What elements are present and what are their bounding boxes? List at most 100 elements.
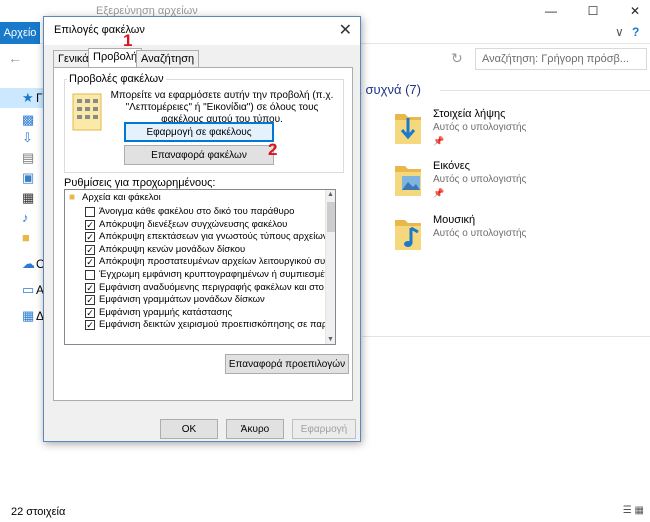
setting-label: Άνοιγμα κάθε φακέλου στο δικό του παράθυ…	[99, 206, 295, 217]
nav-item-pictures[interactable]: ▣	[0, 168, 44, 188]
checkbox-unchecked[interactable]	[85, 270, 95, 280]
close-icon[interactable]: ✕	[620, 2, 650, 20]
checkbox-checked[interactable]: ✓	[85, 282, 95, 293]
ok-button[interactable]: ΟΚ	[160, 419, 218, 439]
content-divider	[362, 336, 650, 337]
reset-folders-button[interactable]: Επαναφορά φακέλων	[124, 145, 274, 165]
checkbox-checked[interactable]: ✓	[85, 232, 95, 243]
cancel-button[interactable]: Άκυρο	[226, 419, 284, 439]
folder-views-description: Μπορείτε να εφαρμόσετε αυτήν την προβολή…	[110, 90, 334, 125]
scroll-up-icon[interactable]: ▲	[327, 191, 334, 198]
dialog-footer: ΟΚ Άκυρο Εφαρμογή	[44, 401, 360, 441]
pin-icon: 📌	[433, 136, 445, 146]
tab-view[interactable]: Προβολή	[88, 48, 143, 68]
music-note-icon: ♪	[22, 210, 29, 225]
view-tab-panel: Προβολές φακέλων Μπορείτε να εφαρμόσετε …	[53, 67, 353, 401]
nav-item-this-pc[interactable]: ▭ Α	[0, 280, 44, 300]
nav-item-quick-access[interactable]: ★ Γ	[0, 88, 44, 108]
back-icon[interactable]: ←	[8, 50, 22, 66]
annotation-number-1: 1	[123, 31, 133, 50]
file-tab[interactable]: Αρχείο	[0, 22, 40, 44]
status-bar: 22 στοιχεία ☰ ▦	[0, 500, 650, 522]
checkbox-unchecked[interactable]	[85, 207, 95, 217]
setting-label: Εμφάνιση δεικτών χειρισμού προεπισκόπηση…	[99, 319, 333, 331]
apply-button[interactable]: Εφαρμογή	[292, 419, 356, 439]
tab-search[interactable]: Αναζήτηση	[136, 50, 200, 67]
nav-item-videos[interactable]: ▦	[0, 188, 44, 208]
nav-item-onedrive[interactable]: ☁ Ο	[0, 254, 45, 274]
folder-icon: ■	[69, 192, 76, 203]
advanced-settings-tree[interactable]: ■ Αρχεία και φάκελοι Άνοιγμα κάθε φακέλο…	[64, 189, 336, 345]
advanced-settings-label: Ρυθμίσεις για προχωρημένους:	[64, 177, 216, 189]
annotation-number-2: 2	[268, 140, 278, 159]
close-icon[interactable]: ✕	[339, 20, 352, 40]
folder-location: Αυτός ο υπολογιστής	[433, 228, 527, 239]
setting-label: Απόκρυψη προστατευμένων αρχείων λειτουργ…	[99, 256, 326, 268]
download-arrow-icon: ⇩	[22, 130, 33, 145]
nav-item-downloads[interactable]: ⇩	[0, 128, 44, 148]
checkbox-checked[interactable]: ✓	[85, 257, 95, 268]
search-input[interactable]: Αναζήτηση: Γρήγορη πρόσβ...	[475, 48, 647, 70]
folder-name: Μουσική	[433, 214, 476, 226]
navigation-pane: ★ Γ ▩ ⇩ ▤ ▣ ▦ ♪ ■ ☁ Ο ▭ Α ▦ Δ	[0, 76, 45, 496]
setting-label: Εμφάνιση γραμμής κατάστασης	[99, 306, 233, 318]
computer-icon: ▭	[22, 282, 35, 297]
tree-root-label: Αρχεία και φάκελοι	[82, 192, 161, 203]
minimize-icon[interactable]: —	[536, 2, 566, 20]
nav-item-label: Γ	[36, 91, 43, 105]
nav-item-network[interactable]: ▦ Δ	[0, 306, 44, 326]
frequent-folders-header[interactable]: ι συχνά (7)	[359, 82, 421, 97]
folder-item-downloads[interactable]: Στοιχεία λήψης Αυτός ο υπολογιστής 📌	[393, 108, 643, 160]
setting-label: Απόκρυψη διενέξεων συγχώνευσης φακέλου	[99, 218, 288, 230]
refresh-icon[interactable]: ↻	[451, 50, 463, 67]
folder-name: Στοιχεία λήψης	[433, 108, 506, 120]
pictures-folder-icon	[395, 166, 421, 196]
network-icon: ▦	[22, 308, 35, 323]
apply-to-folders-button[interactable]: Εφαρμογή σε φακέλους	[124, 122, 274, 142]
setting-label: Έγχρωμη εμφάνιση κρυπτογραφημένων ή συμπ…	[99, 269, 330, 280]
vertical-scrollbar[interactable]: ▲ ▼	[325, 190, 335, 344]
dialog-title-bar: Επιλογές φακέλων ✕	[44, 17, 360, 45]
folder-view-grid-icon	[72, 93, 102, 131]
cloud-icon: ☁	[22, 256, 35, 271]
folder-options-dialog: Επιλογές φακέλων ✕ Γενικά Προβολή Αναζήτ…	[43, 16, 361, 442]
section-divider	[440, 90, 650, 91]
downloads-folder-icon	[395, 114, 421, 144]
nav-item-documents[interactable]: ▤	[0, 148, 44, 168]
folder-item-pictures[interactable]: Εικόνες Αυτός ο υπολογιστής 📌	[393, 160, 643, 212]
nav-item-music[interactable]: ♪	[0, 208, 44, 228]
scroll-down-icon[interactable]: ▼	[327, 336, 334, 343]
chevron-down-icon[interactable]: ∨	[615, 25, 624, 39]
folder-location: Αυτός ο υπολογιστής	[433, 122, 527, 133]
search-placeholder: Αναζήτηση: Γρήγορη πρόσβ...	[482, 53, 629, 65]
star-icon: ★	[22, 90, 34, 105]
checkbox-checked[interactable]: ✓	[85, 244, 95, 255]
folder-icon: ■	[22, 230, 30, 245]
maximize-icon[interactable]: ☐	[578, 2, 608, 20]
setting-label: Εμφάνιση γραμμάτων μονάδων δίσκων	[99, 294, 265, 306]
folder-item-music[interactable]: Μουσική Αυτός ο υπολογιστής	[393, 214, 643, 266]
folder-views-label: Προβολές φακέλων	[67, 73, 166, 85]
nav-item-folder[interactable]: ■	[0, 228, 44, 248]
item-count: 22 στοιχεία	[11, 506, 66, 518]
checkbox-checked[interactable]: ✓	[85, 219, 95, 230]
checkbox-checked[interactable]: ✓	[85, 295, 95, 306]
setting-label: Εμφάνιση αναδυόμενης περιγραφής φακέλων …	[99, 281, 324, 293]
restore-defaults-button[interactable]: Επαναφορά προεπιλογών	[225, 354, 349, 374]
film-icon: ▦	[22, 190, 35, 205]
checkbox-checked[interactable]: ✓	[85, 320, 95, 331]
scroll-thumb[interactable]	[327, 202, 335, 232]
folder-location: Αυτός ο υπολογιστής	[433, 174, 527, 185]
document-icon: ▤	[22, 150, 35, 165]
nav-item-desktop[interactable]: ▩	[0, 110, 44, 130]
help-icon[interactable]: ?	[632, 25, 639, 39]
setting-label: Απόκρυψη κενών μονάδων δίσκου	[99, 243, 246, 255]
picture-icon: ▣	[22, 170, 35, 185]
setting-label: Απόκρυψη επεκτάσεων για γνωστούς τύπους …	[99, 231, 328, 243]
checkbox-checked[interactable]: ✓	[85, 307, 95, 318]
details-view-icon[interactable]: ☰ ▦	[623, 505, 644, 516]
desktop-icon: ▩	[22, 112, 35, 127]
music-folder-icon	[395, 220, 421, 250]
pin-icon: 📌	[433, 188, 445, 198]
folder-name: Εικόνες	[433, 160, 470, 172]
